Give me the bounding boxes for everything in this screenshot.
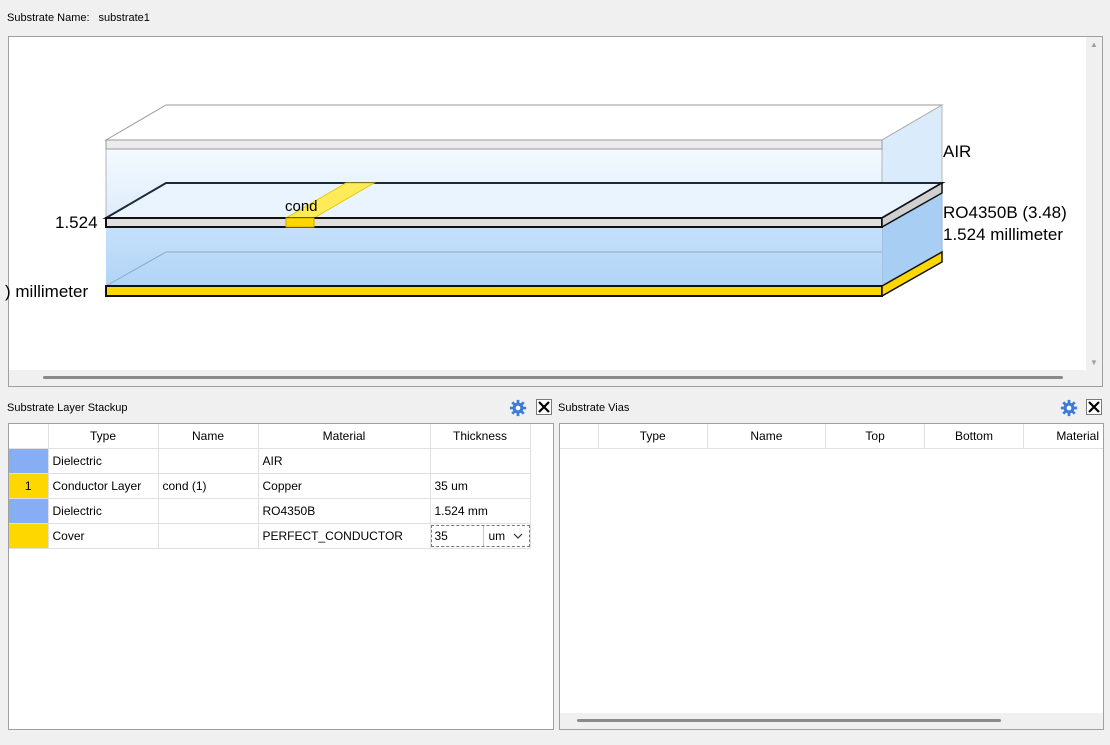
cell-thickness-editor[interactable]: 35 um <box>430 523 531 549</box>
column-header-material[interactable]: Material <box>258 424 431 449</box>
thickness-unit-value: um <box>488 529 506 543</box>
column-header-material[interactable]: Material <box>1023 424 1103 449</box>
chevron-down-icon[interactable] <box>513 533 523 539</box>
vias-close-button[interactable] <box>1086 399 1102 415</box>
cell-type[interactable]: Dielectric <box>48 498 159 524</box>
thickness-editor[interactable]: 35 um <box>430 525 529 547</box>
conductor-layer-strip <box>105 217 883 228</box>
cell-thickness[interactable]: 1.524 mm <box>430 498 531 524</box>
column-header-thickness[interactable]: Thickness <box>430 424 531 449</box>
column-header-type[interactable]: Type <box>48 424 159 449</box>
viewer-vertical-scrollbar[interactable]: ▲ ▼ <box>1086 37 1102 371</box>
stackup-close-button[interactable] <box>536 399 552 415</box>
scroll-down-arrow-icon[interactable]: ▼ <box>1090 359 1098 367</box>
row-color-swatch[interactable] <box>9 523 49 549</box>
vias-header-row: Type Name Top Bottom Material <box>560 424 1103 449</box>
stackup-3d-drawing <box>102 104 946 298</box>
gear-icon[interactable] <box>509 399 527 417</box>
stackup-header-row: Type Name Material Thickness <box>9 424 531 449</box>
corner-header <box>9 424 49 449</box>
column-header-name[interactable]: Name <box>158 424 259 449</box>
air-top-face <box>104 104 944 141</box>
column-header-top[interactable]: Top <box>825 424 925 449</box>
row-color-swatch[interactable]: 1 <box>9 473 49 499</box>
left-thickness-label: 1.524 <box>55 213 98 232</box>
column-header-bottom[interactable]: Bottom <box>924 424 1024 449</box>
column-header-name[interactable]: Name <box>707 424 827 449</box>
vias-table: Type Name Top Bottom Material <box>560 424 1103 449</box>
viewer-horizontal-scrollbar[interactable] <box>9 370 1102 386</box>
cell-material[interactable]: RO4350B <box>258 498 431 524</box>
air-label: AIR <box>943 142 972 161</box>
vias-panel-title: Substrate Vias <box>558 402 630 414</box>
cond-label: cond <box>285 198 318 215</box>
row-color-swatch[interactable] <box>9 498 49 524</box>
scroll-thumb[interactable] <box>577 719 1001 722</box>
conductor-plane <box>102 182 946 219</box>
cell-type[interactable]: Cover <box>48 523 159 549</box>
scroll-up-arrow-icon[interactable]: ▲ <box>1090 41 1098 49</box>
cell-thickness[interactable]: 35 um <box>430 473 531 499</box>
column-header-type[interactable]: Type <box>598 424 708 449</box>
table-row[interactable]: 1 Conductor Layer cond (1) Copper 35 um <box>9 473 531 499</box>
cell-type[interactable]: Dielectric <box>48 448 159 474</box>
vias-horizontal-scrollbar[interactable] <box>560 713 1103 729</box>
cell-name[interactable] <box>158 448 259 474</box>
row-color-swatch[interactable] <box>9 448 49 474</box>
bottom-thickness-label: ) millimeter <box>5 282 89 301</box>
dielectric-front-face <box>106 226 882 286</box>
dielectric-thickness-label: 1.524 millimeter <box>943 225 1063 244</box>
cell-name[interactable]: cond (1) <box>158 473 259 499</box>
stackup-panel-title: Substrate Layer Stackup <box>7 402 128 414</box>
cell-material[interactable]: AIR <box>258 448 431 474</box>
corner-header <box>560 424 599 449</box>
cell-thickness[interactable] <box>430 448 531 474</box>
close-icon <box>538 401 550 413</box>
cell-material[interactable]: PERFECT_CONDUCTOR <box>258 523 431 549</box>
thickness-unit-select[interactable]: um <box>484 529 529 543</box>
air-top-strip <box>105 139 883 150</box>
vias-table-panel: Type Name Top Bottom Material <box>559 423 1104 730</box>
cond-trace-front <box>285 217 315 228</box>
cell-material[interactable]: Copper <box>258 473 431 499</box>
cell-name[interactable] <box>158 498 259 524</box>
stackup-table: Type Name Material Thickness Dielectric … <box>9 424 531 549</box>
substrate-name-value: substrate1 <box>98 12 150 24</box>
cover-front <box>105 285 883 297</box>
dielectric-label: RO4350B (3.48) <box>943 203 1067 222</box>
substrate-name-row: Substrate Name: substrate1 <box>7 12 150 24</box>
table-row[interactable]: Dielectric AIR <box>9 448 531 474</box>
stackup-table-panel: Type Name Material Thickness Dielectric … <box>8 423 554 730</box>
cell-type[interactable]: Conductor Layer <box>48 473 159 499</box>
substrate-3d-viewer[interactable]: AIR RO4350B (3.48) 1.524 millimeter 1.52… <box>5 36 1103 387</box>
substrate-name-label: Substrate Name: <box>7 12 90 24</box>
thickness-value-input[interactable]: 35 <box>432 526 484 546</box>
cell-name[interactable] <box>158 523 259 549</box>
gear-icon[interactable] <box>1060 399 1078 417</box>
close-icon <box>1088 401 1100 413</box>
scroll-thumb[interactable] <box>43 376 1063 379</box>
table-row[interactable]: Dielectric RO4350B 1.524 mm <box>9 498 531 524</box>
table-row[interactable]: Cover PERFECT_CONDUCTOR 35 um <box>9 523 531 549</box>
